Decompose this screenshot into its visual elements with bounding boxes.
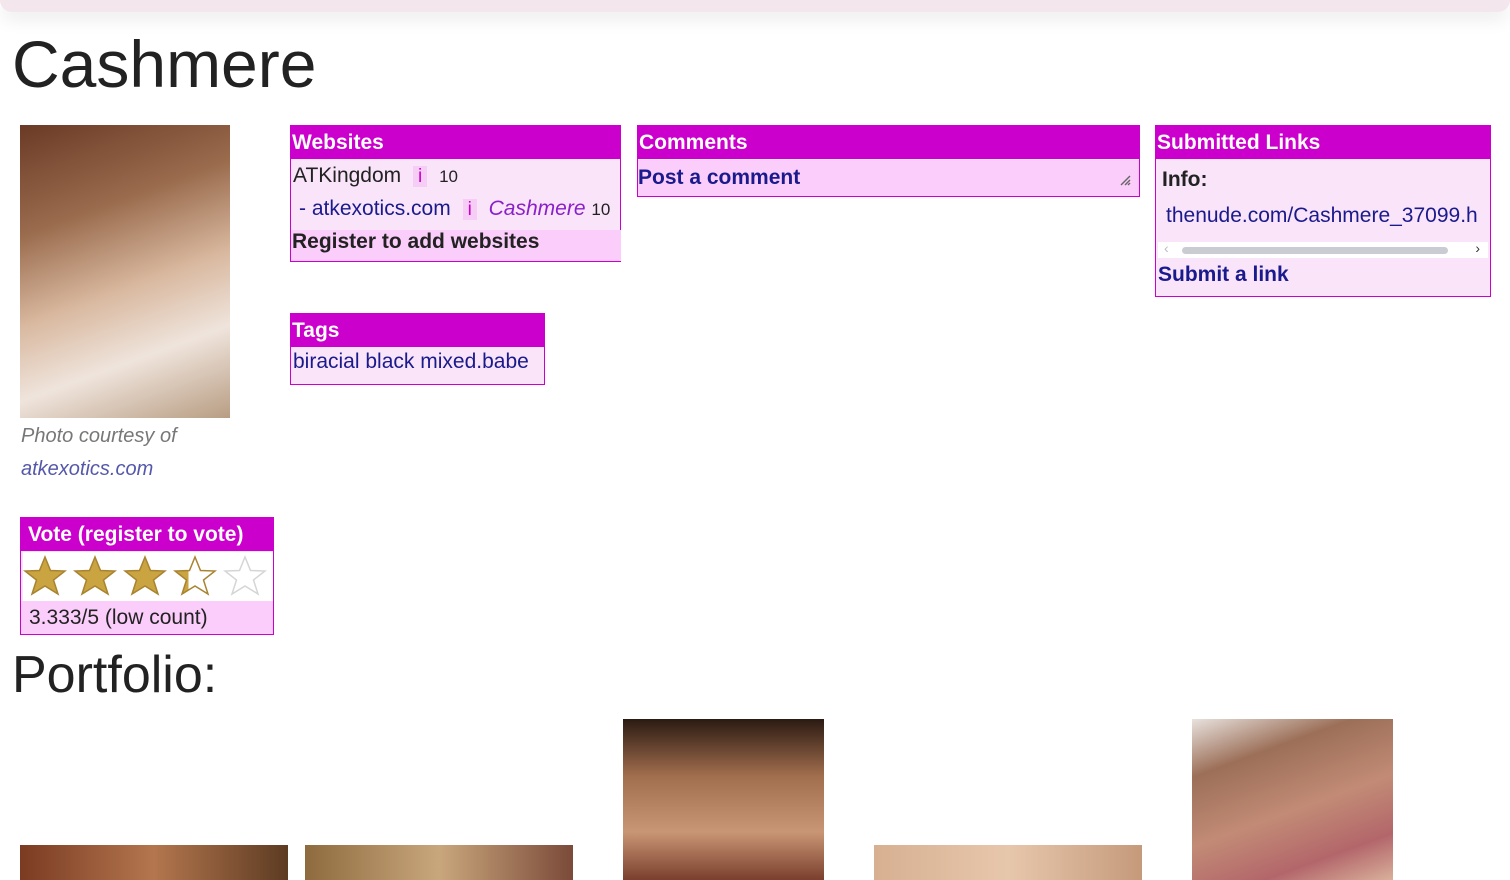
scrollbar-thumb[interactable] — [1182, 247, 1448, 254]
comments-panel: Comments Post a comment — [637, 125, 1140, 197]
website-count: 10 — [591, 200, 611, 219]
info-label: Info: — [1162, 168, 1208, 191]
photo-caption: Photo courtesy of atkexotics.com — [21, 420, 261, 486]
website-row: - atkexotics.com i Cashmere 10 — [299, 197, 610, 221]
horizontal-scrollbar[interactable]: ‹ › — [1158, 240, 1488, 258]
submitted-links-panel: Submitted Links Info: thenude.com/Cashme… — [1155, 125, 1491, 297]
star-icon[interactable] — [123, 555, 167, 599]
submit-link-button[interactable]: Submit a link — [1158, 263, 1289, 287]
tags-panel: Tags biracial black mixed.babe — [290, 313, 545, 385]
portfolio-thumbnail[interactable] — [874, 845, 1142, 880]
star-icon[interactable] — [73, 555, 117, 599]
page-title: Cashmere — [12, 27, 317, 101]
tag-link[interactable]: black — [365, 350, 414, 373]
tags-header: Tags — [291, 314, 544, 347]
website-alias[interactable]: Cashmere — [489, 197, 586, 220]
post-comment-link[interactable]: Post a comment — [638, 166, 800, 189]
website-name[interactable]: ATKingdom — [293, 164, 401, 187]
submitted-links-header: Submitted Links — [1156, 126, 1490, 159]
photo-credit-link[interactable]: atkexotics.com — [21, 458, 153, 480]
websites-panel: Websites ATKingdom i 10 - atkexotics.com… — [290, 125, 621, 262]
post-comment-row[interactable]: Post a comment — [638, 160, 1139, 196]
star-rating[interactable] — [23, 552, 273, 602]
portfolio-thumbnail[interactable] — [1192, 719, 1393, 880]
comments-header: Comments — [638, 126, 1139, 159]
websites-header: Websites — [291, 126, 620, 159]
star-icon[interactable] — [173, 555, 217, 599]
vote-panel: Vote (register to vote) 3.333/5 (low cou… — [20, 517, 274, 635]
chevron-left-icon[interactable]: ‹ — [1164, 240, 1169, 256]
portfolio-thumbnail[interactable] — [623, 719, 824, 880]
website-row: ATKingdom i 10 — [293, 164, 458, 188]
register-websites-link[interactable]: Register to add websites — [291, 230, 621, 261]
top-bar — [0, 0, 1510, 12]
resize-handle-icon[interactable] — [1119, 174, 1131, 186]
website-count: 10 — [439, 167, 459, 186]
model-photo[interactable] — [20, 125, 230, 418]
info-icon[interactable]: i — [462, 199, 477, 220]
vote-score: 3.333/5 (low count) — [21, 601, 273, 634]
portfolio-heading: Portfolio: — [12, 646, 218, 704]
photo-caption-prefix: Photo courtesy of — [21, 425, 177, 447]
tag-list: biracial black mixed.babe — [293, 350, 529, 374]
tag-link[interactable]: mixed.babe — [420, 350, 529, 373]
tag-link[interactable]: biracial — [293, 350, 360, 373]
info-icon[interactable]: i — [413, 166, 428, 187]
star-icon[interactable] — [223, 555, 267, 599]
vote-header: Vote (register to vote) — [21, 518, 273, 551]
portfolio-thumbnail[interactable] — [20, 845, 288, 880]
submitted-link[interactable]: thenude.com/Cashmere_37099.h — [1166, 204, 1478, 228]
website-link[interactable]: - atkexotics.com — [299, 197, 451, 220]
portfolio-thumbnail[interactable] — [305, 845, 573, 880]
chevron-right-icon[interactable]: › — [1475, 240, 1480, 256]
star-icon[interactable] — [23, 555, 67, 599]
